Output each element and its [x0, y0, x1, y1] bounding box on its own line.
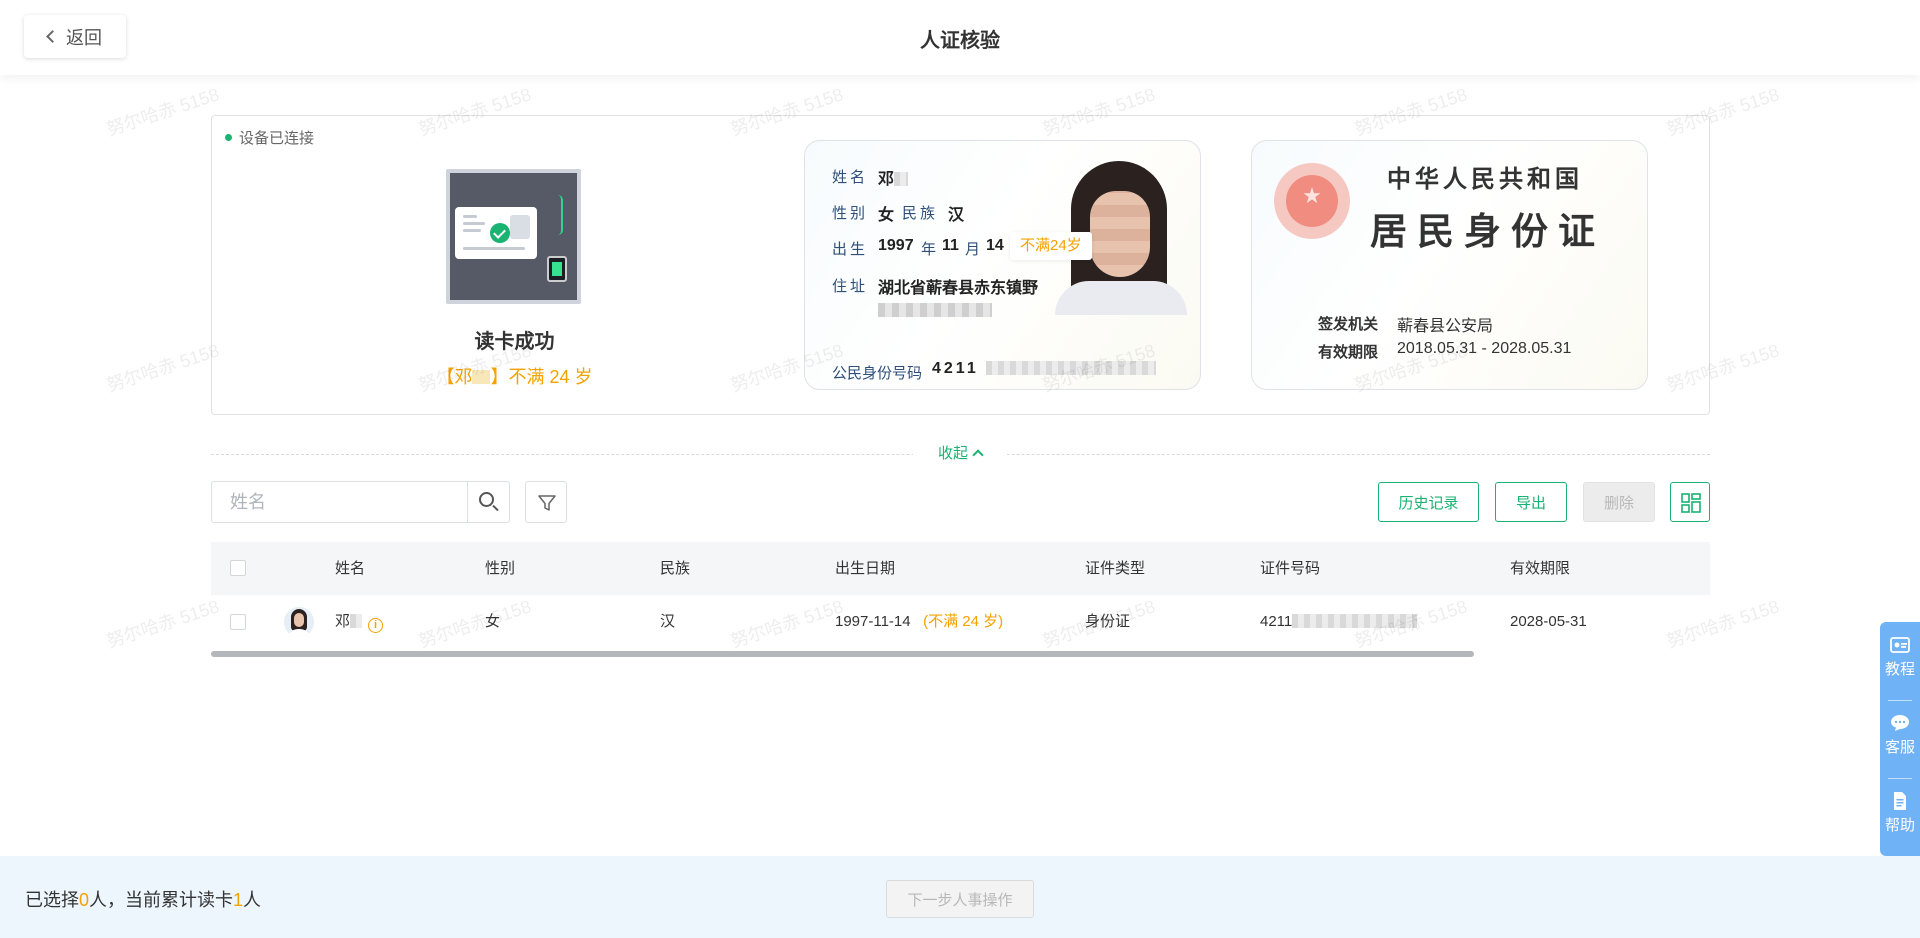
- table-row[interactable]: 邓i 女 汉 1997-11-14 (不满 24 岁) 身份证 4211 202…: [211, 595, 1710, 649]
- status-dot-icon: [225, 134, 232, 141]
- row-name: 邓i: [335, 595, 384, 649]
- search-box: [211, 481, 510, 523]
- device-status-label: 设备已连接: [239, 130, 315, 147]
- column-header: 姓名: [335, 560, 366, 577]
- search-icon: [479, 492, 494, 507]
- device-status: 设备已连接: [225, 127, 314, 148]
- watermark: 努尔哈赤 5158: [104, 596, 222, 652]
- mini-id-card-icon: [455, 207, 537, 259]
- select-all-checkbox[interactable]: [230, 560, 246, 576]
- page-header: 返回 人证核验: [0, 0, 1920, 75]
- page-title: 人证核验: [920, 30, 1000, 52]
- export-button[interactable]: 导出: [1495, 482, 1567, 522]
- id-card-front: 姓名 邓 性别 女 民族 汉 出生 1997 年 11 月 14 不满24岁 住…: [804, 140, 1201, 390]
- next-step-button[interactable]: 下一步人事操作: [886, 880, 1034, 918]
- document-icon: [1890, 792, 1910, 810]
- age-tag: 不满24岁: [1010, 232, 1092, 260]
- card-id-number: 4211: [932, 360, 1157, 378]
- selection-summary: 已选择0人，当前累计读卡1人: [25, 890, 262, 910]
- row-checkbox[interactable]: [230, 614, 246, 630]
- age-note: (不满 24 岁): [923, 613, 1004, 630]
- info-icon[interactable]: i: [368, 618, 384, 633]
- tutorial-icon: [1890, 636, 1910, 654]
- tutorial-button[interactable]: 教程: [1880, 622, 1920, 698]
- bottom-action-bar: 已选择0人，当前累计读卡1人 下一步人事操作: [0, 856, 1920, 938]
- card-reader-panel: 设备已连接 读卡成功 【邓 】不满 24 岁 姓名 邓 性别 女 民族 汉 出生 …: [211, 115, 1710, 415]
- chat-bubble-icon: [1890, 714, 1910, 732]
- column-header: 性别: [485, 560, 516, 577]
- filter-button[interactable]: [525, 481, 567, 523]
- id-card-back: ★ 中华人民共和国 居民身份证 签发机关 蕲春县公安局 有效期限 2018.05…: [1251, 140, 1648, 390]
- grid-view-button[interactable]: [1670, 482, 1710, 522]
- column-header: 有效期限: [1510, 560, 1571, 577]
- search-button[interactable]: [467, 482, 509, 522]
- column-header: 证件类型: [1085, 560, 1146, 577]
- read-success-label: 读卡成功: [474, 331, 555, 353]
- horizontal-scrollbar[interactable]: [211, 651, 1474, 657]
- help-button[interactable]: 帮助: [1880, 778, 1920, 854]
- avatar: [284, 607, 314, 637]
- check-icon: [490, 223, 510, 243]
- card-name: 邓: [878, 165, 909, 189]
- age-warning: 【邓 】不满 24 岁: [436, 367, 593, 387]
- row-id-number: 4211: [1260, 595, 1418, 649]
- delete-button[interactable]: 删除: [1583, 482, 1655, 522]
- chevron-up-icon: [972, 449, 984, 461]
- column-header: 出生日期: [835, 560, 896, 577]
- floating-toolbar: 教程 客服 帮助: [1880, 622, 1920, 856]
- collapse-toggle[interactable]: 收起: [913, 442, 1007, 466]
- watermark: 努尔哈赤 5158: [104, 84, 222, 140]
- column-header: 民族: [660, 560, 691, 577]
- watermark: 努尔哈赤 5158: [104, 340, 222, 396]
- table-header: 姓名 性别 民族 出生日期 证件类型 证件号码 有效期限: [211, 542, 1710, 595]
- column-header: 证件号码: [1260, 560, 1321, 577]
- filter-icon: [538, 495, 556, 511]
- grid-view-icon: [1681, 493, 1701, 513]
- name-search-input[interactable]: [212, 482, 467, 522]
- customer-service-button[interactable]: 客服: [1880, 700, 1920, 776]
- history-button[interactable]: 历史记录: [1378, 482, 1479, 522]
- card-reader-device-icon: [446, 169, 581, 304]
- national-emblem-icon: ★: [1274, 163, 1350, 239]
